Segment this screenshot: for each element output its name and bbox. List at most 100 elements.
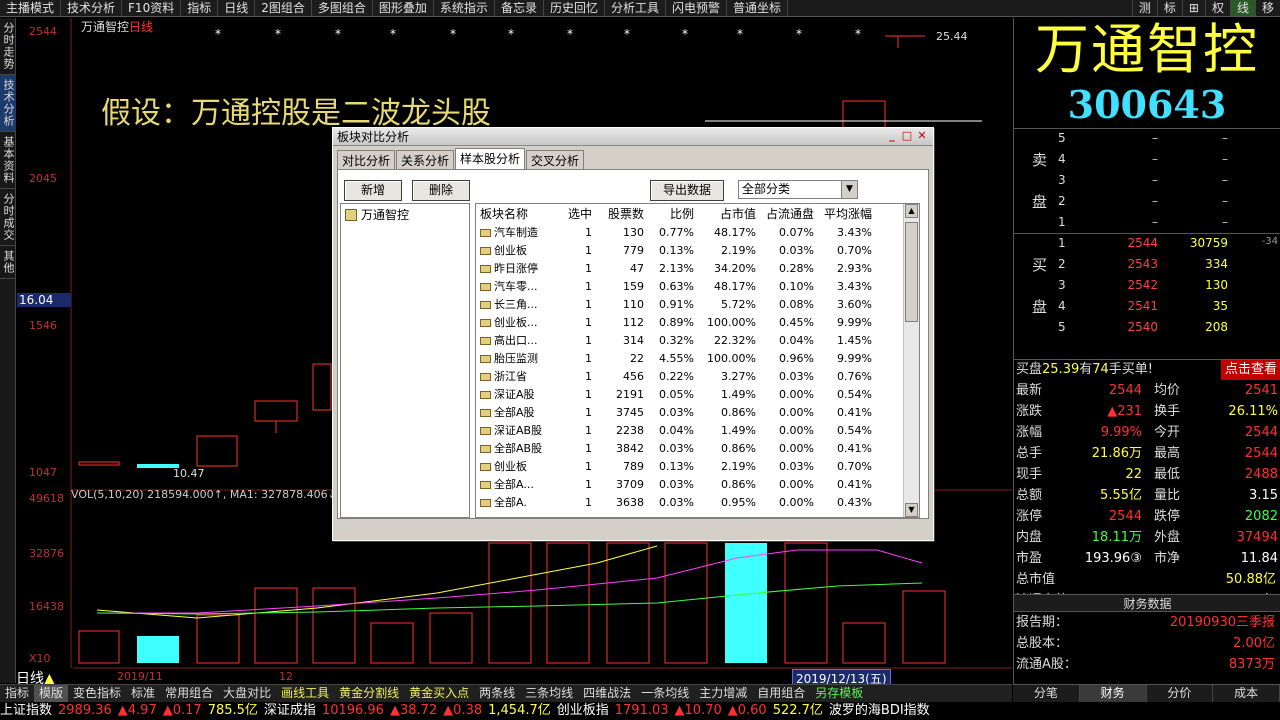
table-row[interactable]: 创业板 1 789 0.13% 2.19% 0.03% 0.70% xyxy=(476,458,919,476)
tree-item[interactable]: 万通智控 xyxy=(341,204,469,225)
indicator-tab[interactable]: 模版 xyxy=(34,685,69,702)
tool-button[interactable]: 线 xyxy=(1229,0,1255,16)
panel-tab[interactable]: 成本 xyxy=(1213,685,1280,702)
table-row[interactable]: 创业板 1 779 0.13% 2.19% 0.03% 0.70% xyxy=(476,242,919,260)
dialog-titlebar[interactable]: 板块对比分析 _ □ ✕ xyxy=(333,128,933,146)
menu-item[interactable]: 主播模式 xyxy=(0,0,62,16)
indicator-tab[interactable]: 三条均线 xyxy=(520,685,578,702)
table-cell: 0.86% xyxy=(721,406,756,419)
indicator-tab[interactable]: 变色指标 xyxy=(68,685,126,702)
buy-side-label: 买盘 xyxy=(1032,256,1048,316)
minimize-icon[interactable]: _ xyxy=(885,129,899,143)
indicator-tab[interactable]: 大盘对比 xyxy=(218,685,276,702)
column-header[interactable]: 股票数 xyxy=(592,204,644,224)
table-row[interactable]: 长三角... 1 110 0.91% 5.72% 0.08% 3.60% xyxy=(476,296,919,314)
close-icon[interactable]: ✕ xyxy=(915,129,929,143)
svg-text:*: * xyxy=(450,27,456,41)
finance-value: 20190930三季报 xyxy=(1169,615,1275,630)
scroll-thumb[interactable] xyxy=(905,222,918,322)
table-row[interactable]: 创业板... 1 112 0.89% 100.00% 0.45% 9.99% xyxy=(476,314,919,332)
table-row[interactable]: 全部A... 1 3709 0.03% 0.86% 0.00% 0.41% xyxy=(476,476,919,494)
category-select[interactable]: 全部分类 ▼ xyxy=(738,180,858,199)
menu-item[interactable]: F10资料 xyxy=(122,0,182,16)
table-row[interactable]: 深证AB股 1 2238 0.04% 1.49% 0.00% 0.54% xyxy=(476,422,919,440)
dialog-tab[interactable]: 样本股分析 xyxy=(455,148,526,169)
menu-item[interactable]: 备忘录 xyxy=(495,0,544,16)
left-tab[interactable]: 其他 xyxy=(0,246,16,279)
table-row[interactable]: 昨日涨停 1 47 2.13% 34.20% 0.28% 2.93% xyxy=(476,260,919,278)
left-tab[interactable]: 基本资料 xyxy=(0,132,16,189)
view-detail-button[interactable]: 点击查看 xyxy=(1220,360,1280,380)
table-row[interactable]: 汽车制造 1 130 0.77% 48.17% 0.07% 3.43% xyxy=(476,224,919,242)
column-header[interactable]: 平均涨幅 xyxy=(814,204,872,224)
indicator-tab[interactable]: 指标 xyxy=(0,685,34,702)
table-row[interactable]: 浙江省 1 456 0.22% 3.27% 0.03% 0.76% xyxy=(476,368,919,386)
table-cell: 0.00% xyxy=(779,424,814,437)
table-row[interactable]: 全部A股 1 3745 0.03% 0.86% 0.00% 0.41% xyxy=(476,404,919,422)
scroll-down-icon[interactable]: ▼ xyxy=(905,503,918,517)
left-tab[interactable]: 分时走势 xyxy=(0,18,16,75)
table-cell: 0.03% xyxy=(659,478,694,491)
scroll-up-icon[interactable]: ▲ xyxy=(905,204,918,218)
menu-item[interactable]: 指标 xyxy=(181,0,219,16)
menu-item[interactable]: 多图组合 xyxy=(312,0,373,16)
indicator-tab[interactable]: 四维战法 xyxy=(578,685,636,702)
menu-item[interactable]: 闪电预警 xyxy=(666,0,727,16)
panel-tab[interactable]: 分笔 xyxy=(1013,685,1080,702)
dialog-tab[interactable]: 对比分析 xyxy=(337,150,396,169)
left-tab[interactable]: 技术分析 xyxy=(0,75,16,132)
table-cell: 1 xyxy=(585,316,592,329)
indicator-tab[interactable]: 标准 xyxy=(126,685,160,702)
indicator-tab[interactable]: 画线工具 xyxy=(276,685,334,702)
panel-tab[interactable]: 财务 xyxy=(1079,685,1147,702)
column-header[interactable]: 占市值 xyxy=(694,204,756,224)
column-header[interactable]: 比例 xyxy=(644,204,694,224)
tool-button[interactable]: 移 xyxy=(1254,0,1280,16)
table-row[interactable]: 深证A股 1 2191 0.05% 1.49% 0.00% 0.54% xyxy=(476,386,919,404)
menu-item[interactable]: 系统指示 xyxy=(434,0,495,16)
indicator-tab[interactable]: 两条线 xyxy=(474,685,520,702)
dialog-tab[interactable]: 交叉分析 xyxy=(526,150,585,169)
menu-item[interactable]: 图形叠加 xyxy=(373,0,434,16)
indicator-tab[interactable]: 另存模板 xyxy=(810,685,868,702)
table-row[interactable]: 高出口... 1 314 0.32% 22.32% 0.04% 1.45% xyxy=(476,332,919,350)
table-cell: 110 xyxy=(623,298,644,311)
menu-item[interactable]: 分析工具 xyxy=(605,0,666,16)
indicator-tab[interactable]: 常用组合 xyxy=(160,685,218,702)
menu-item[interactable]: 历史回忆 xyxy=(544,0,605,16)
column-header[interactable]: 板块名称 xyxy=(476,204,562,224)
indicator-tab[interactable]: 黄金买入点 xyxy=(404,685,474,702)
sector-icon xyxy=(480,319,491,327)
menu-item[interactable]: 技术分析 xyxy=(61,0,123,16)
tool-button[interactable]: 测 xyxy=(1131,0,1157,16)
export-data-button[interactable]: 导出数据 xyxy=(650,180,724,201)
column-header[interactable]: 占流通盘 xyxy=(756,204,814,224)
add-button[interactable]: 新增 xyxy=(344,180,402,201)
column-header[interactable]: 选中 xyxy=(562,204,592,224)
finance-header[interactable]: 财务数据 xyxy=(1014,594,1280,612)
table-scrollbar[interactable]: ▲ ▼ xyxy=(903,204,919,517)
indicator-tab[interactable]: 黄金分割线 xyxy=(334,685,404,702)
table-row[interactable]: 胎压监测 1 22 4.55% 100.00% 0.96% 9.99% xyxy=(476,350,919,368)
tool-button[interactable]: 标 xyxy=(1156,0,1182,16)
menu-item[interactable]: 普通坐标 xyxy=(727,0,789,16)
tool-button[interactable]: 权 xyxy=(1204,0,1230,16)
indicator-tab[interactable]: 主力增减 xyxy=(694,685,752,702)
cyan-vol-bar xyxy=(137,636,179,663)
tool-button[interactable]: ⊞ xyxy=(1181,0,1205,16)
menu-item[interactable]: 日线 xyxy=(218,0,256,16)
table-row[interactable]: 汽车零... 1 159 0.63% 48.17% 0.10% 3.43% xyxy=(476,278,919,296)
table-cell: 1 xyxy=(585,406,592,419)
indicator-tab[interactable]: 一条均线 xyxy=(636,685,694,702)
maximize-icon[interactable]: □ xyxy=(900,129,914,143)
menu-item[interactable]: 2图组合 xyxy=(255,0,312,16)
indicator-tab[interactable]: 自用组合 xyxy=(752,685,810,702)
table-row[interactable]: 全部A. 1 3638 0.03% 0.95% 0.00% 0.43% xyxy=(476,494,919,512)
panel-tab[interactable]: 分价 xyxy=(1147,685,1214,702)
delete-button[interactable]: 删除 xyxy=(412,180,470,201)
left-tab[interactable]: 分时成交 xyxy=(0,189,16,246)
stat-value: 50.88亿 xyxy=(1225,572,1276,587)
table-row[interactable]: 全部AB股 1 3842 0.03% 0.86% 0.00% 0.41% xyxy=(476,440,919,458)
ticker-item: 2989.36 xyxy=(58,703,112,718)
dialog-tab[interactable]: 关系分析 xyxy=(396,150,455,169)
